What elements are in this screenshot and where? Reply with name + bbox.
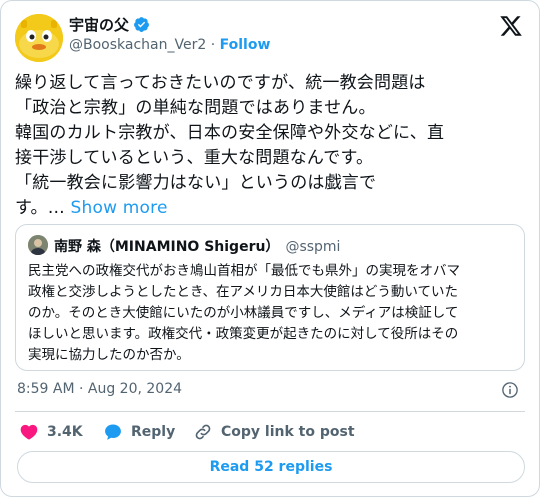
author-handle[interactable]: @Booskachan_Ver2 — [69, 37, 206, 53]
show-more-link[interactable]: Show more — [71, 198, 168, 218]
link-icon — [195, 424, 211, 440]
quoted-header: 南野 森（MINAMINO Shigeru） @sspmi — [54, 236, 340, 256]
quoted-author-name: 南野 森（MINAMINO Shigeru） — [54, 239, 280, 255]
quoted-text: 民主党への政権交代がおき鳩山首相が「最低でも県外」の実現をオバマ 政権と交渉しよ… — [28, 263, 460, 363]
reply-button[interactable]: Reply — [103, 422, 175, 442]
quoted-tweet[interactable]: 南野 森（MINAMINO Shigeru） @sspmi 民主党への政権交代がお… — [15, 224, 525, 371]
handle-separator: · — [210, 37, 216, 53]
x-logo-icon[interactable] — [499, 14, 523, 38]
quoted-author-handle: @sspmi — [285, 239, 341, 255]
author-avatar[interactable] — [15, 14, 63, 62]
tweet-card: 宇宙の父 @Booskachan_Ver2 · Follow 繰り返して言ってお… — [0, 0, 540, 497]
verified-badge-icon — [134, 17, 149, 32]
copy-link-label: Copy link to post — [221, 424, 355, 440]
author-handle-row: @Booskachan_Ver2 · Follow — [69, 37, 270, 53]
read-replies-button[interactable]: Read 52 replies — [17, 451, 525, 483]
info-icon[interactable] — [501, 381, 519, 399]
copy-link-button[interactable]: Copy link to post — [193, 422, 355, 442]
reply-label: Reply — [131, 424, 176, 440]
quoted-author-avatar — [28, 235, 48, 255]
heart-icon — [20, 424, 38, 440]
tweet-text: 繰り返して言っておきたいのですが、統一教会問題は 「政治と宗教」の単純な問題では… — [15, 71, 527, 221]
follow-button[interactable]: Follow — [220, 37, 271, 53]
tweet-timestamp[interactable]: 8:59 AM · Aug 20, 2024 — [17, 381, 182, 397]
like-count: 3.4K — [47, 424, 83, 440]
author-display-name[interactable]: 宇宙の父 — [69, 14, 129, 35]
like-button[interactable]: 3.4K — [19, 422, 83, 442]
reply-bubble-icon — [105, 424, 121, 440]
author-name-row[interactable]: 宇宙の父 — [69, 14, 150, 35]
divider — [15, 411, 525, 412]
tweet-body: 繰り返して言っておきたいのですが、統一教会問題は 「政治と宗教」の単純な問題では… — [15, 73, 445, 218]
